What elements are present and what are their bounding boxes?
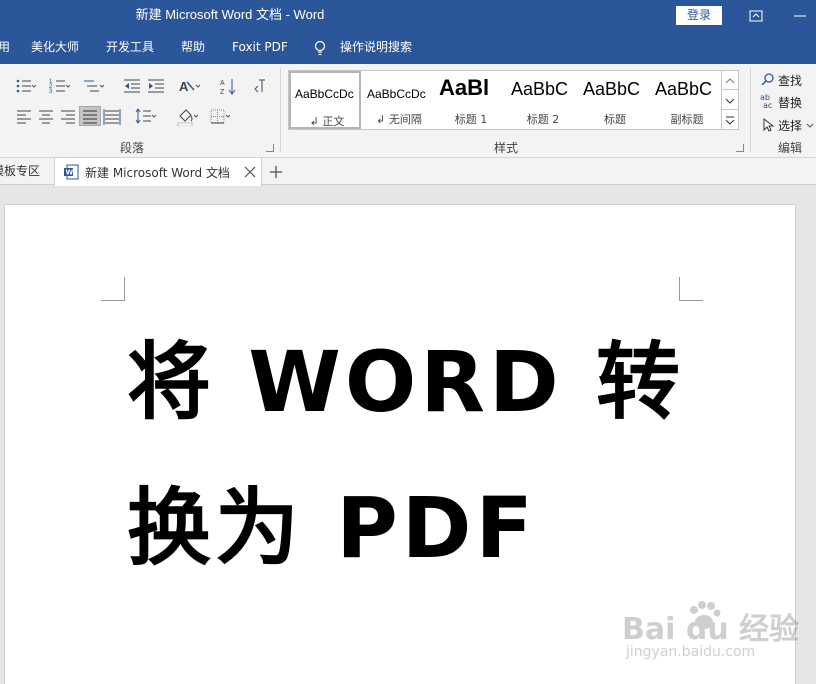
style-name: ↲ 正文 (309, 115, 345, 128)
title-bar: 新建 Microsoft Word 文档 - Word 登录 (0, 0, 816, 32)
style-name: 副标题 (670, 113, 704, 126)
tab-label: 新建 Microsoft Word 文档 (85, 166, 230, 180)
svg-text:3: 3 (49, 89, 53, 95)
style-sample: AaBl (439, 75, 490, 100)
watermark-url: jingyan.baidu.com (626, 644, 756, 660)
group-divider (750, 68, 751, 152)
style-subtitle[interactable]: AaBbC 副标题 (651, 71, 723, 129)
minimize-icon[interactable] (790, 6, 810, 26)
svg-text:A: A (220, 80, 225, 87)
chevron-down-icon (806, 123, 814, 128)
tab-current-document[interactable]: W 新建 Microsoft Word 文档 (54, 158, 262, 186)
justify-icon[interactable] (79, 106, 101, 126)
style-heading-2[interactable]: AaBbC 标题 2 (507, 71, 579, 129)
lightbulb-icon[interactable] (313, 40, 327, 59)
bullets-icon[interactable] (14, 76, 37, 96)
ribbon-display-options-icon[interactable] (746, 6, 766, 26)
vertical-scrollbar[interactable] (800, 186, 816, 684)
style-title[interactable]: AaBbC 标题 (579, 71, 651, 129)
svg-text:A: A (179, 79, 189, 94)
watermark-logo: Bai du 经验 jingyan.baidu.com (622, 596, 799, 666)
align-center-icon[interactable] (36, 106, 58, 126)
align-right-icon[interactable] (58, 106, 80, 126)
menu-item-help[interactable]: 帮助 (181, 32, 205, 64)
replace-icon: abac (760, 93, 772, 110)
replace-label: 替换 (778, 96, 803, 110)
document-line-1: 将 WORD 转 (127, 333, 684, 431)
borders-icon[interactable] (208, 106, 231, 126)
menu-item-developer[interactable]: 开发工具 (106, 32, 154, 64)
style-sample: AaBbCcDc (367, 87, 426, 101)
style-sample: AaBbC (655, 79, 713, 99)
align-left-icon[interactable] (14, 106, 36, 126)
svg-text:W: W (66, 169, 74, 177)
styles-gallery-scroll (721, 70, 739, 130)
numbering-icon[interactable]: 123 (48, 76, 71, 96)
editing-group-label: 编辑 (777, 141, 802, 155)
search-icon (761, 73, 774, 86)
menu-item-partial[interactable]: 用 (0, 32, 10, 64)
menu-bar: 用 美化大师 开发工具 帮助 Foxit PDF 操作说明搜索 (0, 32, 816, 64)
document-tab-strip: 模板专区 W 新建 Microsoft Word 文档 (0, 158, 816, 186)
shading-icon[interactable] (176, 106, 199, 127)
window-title: 新建 Microsoft Word 文档 - Word (135, 7, 325, 22)
style-sample: AaBbC (511, 79, 569, 99)
chevron-up-icon[interactable] (722, 71, 738, 90)
cursor-icon (763, 117, 775, 132)
document-line-2: 换为 PDF (127, 479, 537, 577)
increase-indent-icon[interactable] (146, 76, 168, 96)
group-divider (280, 68, 281, 152)
watermark-brand: Bai du 经验 (622, 612, 800, 647)
close-icon[interactable] (243, 165, 257, 179)
word-icon: W (63, 164, 79, 180)
styles-group-label: 样式 (493, 141, 518, 155)
paragraph-group-label: 段落 (119, 141, 144, 155)
ribbon: 123 A AZ 段落 AaBbCcDc ↲ 正文 AaBbCcDc ↲ 无间隔… (0, 64, 816, 158)
menu-item-foxit-pdf[interactable]: Foxit PDF (232, 32, 288, 64)
line-spacing-icon[interactable] (134, 106, 157, 126)
tab-template-zone[interactable]: 模板专区 (0, 158, 40, 185)
menu-item-meihua[interactable]: 美化大师 (31, 32, 79, 64)
login-button[interactable]: 登录 (676, 6, 722, 25)
margin-corner-mark (679, 277, 703, 301)
select-label: 选择 (778, 119, 803, 133)
paragraph-dialog-launcher-icon[interactable] (266, 144, 274, 152)
find-label: 查找 (778, 74, 803, 88)
new-tab-plus-icon[interactable] (268, 164, 284, 180)
document-body-text[interactable]: 将 WORD 转 换为 PDF (127, 309, 707, 601)
style-name: 标题 1 (454, 113, 488, 126)
style-no-spacing[interactable]: AaBbCcDc ↲ 无间隔 (363, 71, 435, 129)
style-heading-1[interactable]: AaBl 标题 1 (435, 71, 507, 129)
sort-icon[interactable]: AZ (218, 76, 240, 96)
chevron-down-icon[interactable] (722, 91, 738, 110)
styles-dialog-launcher-icon[interactable] (736, 144, 744, 152)
margin-corner-mark (101, 277, 125, 301)
multilevel-list-icon[interactable] (82, 76, 105, 96)
style-name: 标题 2 (526, 113, 560, 126)
more-styles-icon[interactable] (722, 111, 738, 130)
style-name: ↲ 无间隔 (376, 113, 422, 126)
style-sample: AaBbCcDc (295, 87, 354, 101)
show-formatting-marks-icon[interactable] (250, 76, 272, 96)
styles-gallery: AaBbCcDc ↲ 正文 AaBbCcDc ↲ 无间隔 AaBl 标题 1 A… (288, 70, 722, 130)
svg-text:ac: ac (763, 101, 772, 110)
tell-me-search[interactable]: 操作说明搜索 (340, 32, 412, 64)
svg-text:Z: Z (220, 89, 225, 96)
style-normal[interactable]: AaBbCcDc ↲ 正文 (289, 71, 361, 129)
style-sample: AaBbC (583, 79, 641, 99)
distributed-icon[interactable] (102, 106, 124, 126)
decrease-indent-icon[interactable] (122, 76, 144, 96)
chinese-layout-icon[interactable]: A (178, 76, 201, 96)
style-name: 标题 (604, 113, 626, 126)
